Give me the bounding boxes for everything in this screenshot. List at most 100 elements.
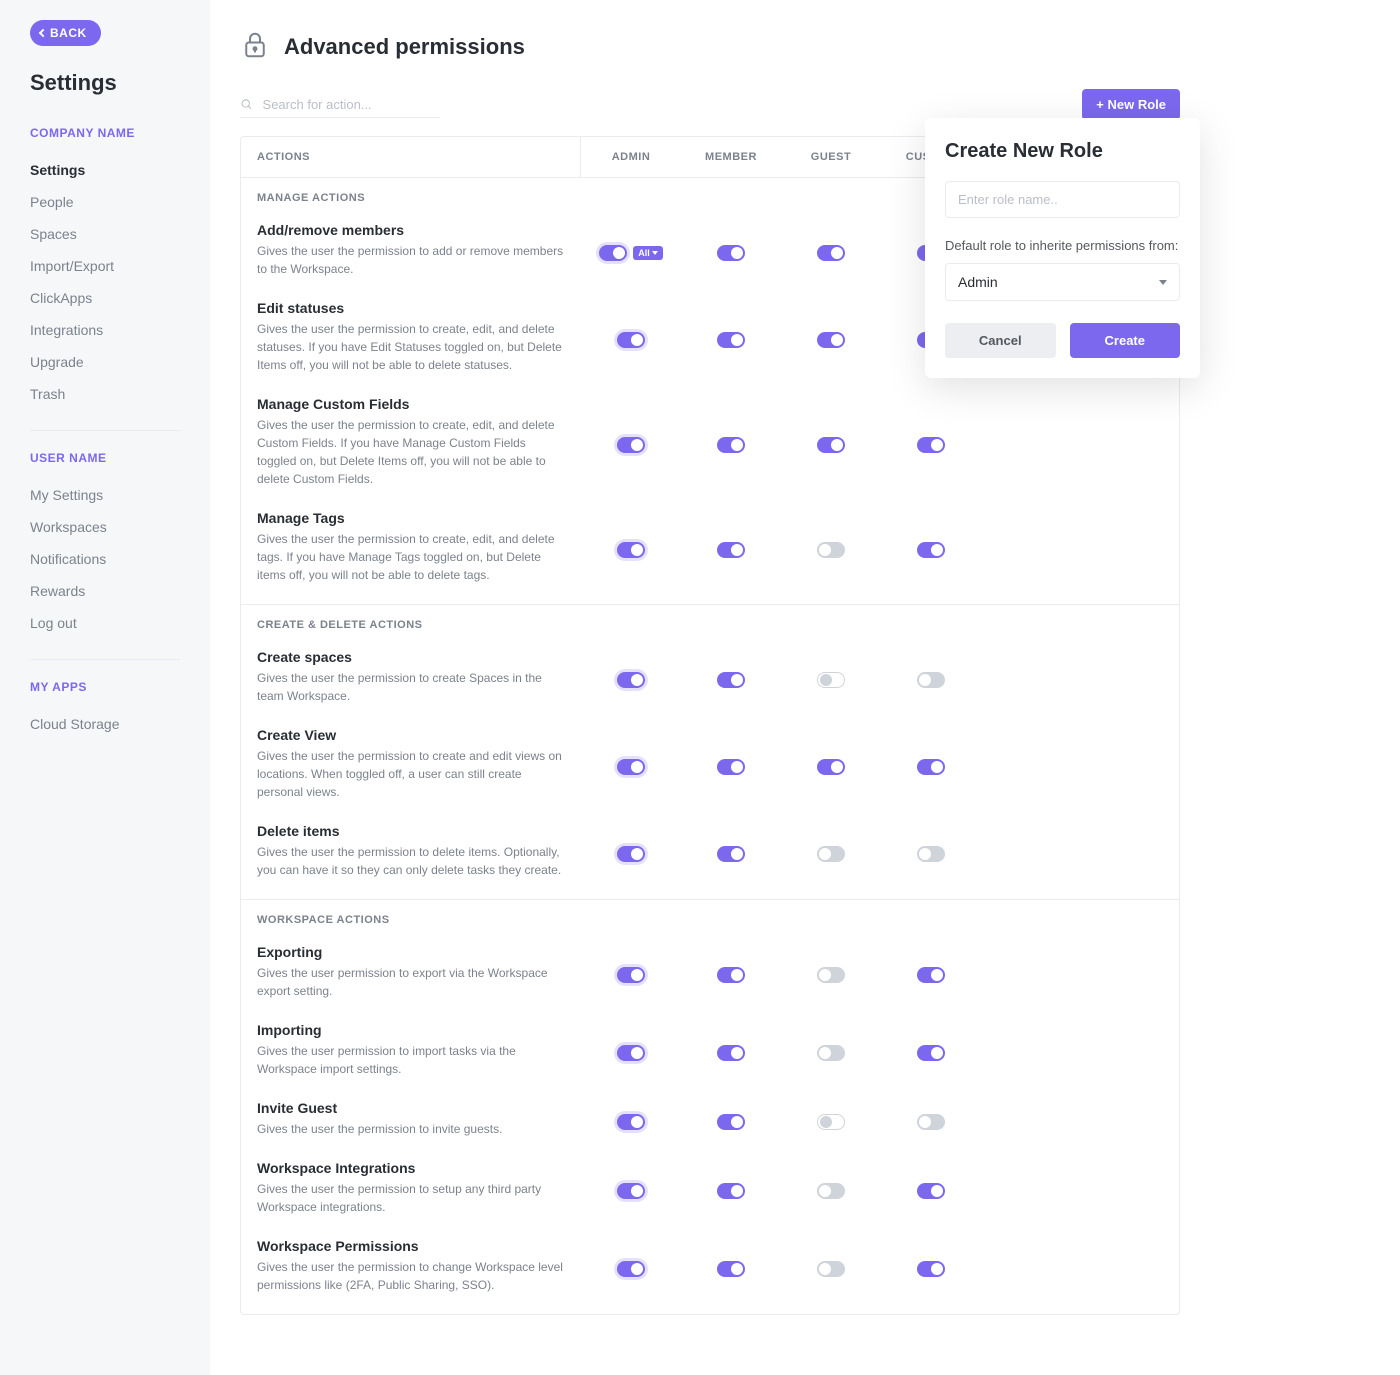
page-title: Advanced permissions: [284, 34, 525, 60]
sidebar-item[interactable]: My Settings: [30, 479, 210, 511]
inherit-selected: Admin: [958, 274, 998, 290]
action-title: Importing: [257, 1022, 565, 1038]
back-button[interactable]: BACK: [30, 20, 101, 46]
action-description: Gives the user the permission to create …: [257, 747, 565, 801]
toggle[interactable]: [817, 245, 845, 261]
sidebar-item[interactable]: Upgrade: [30, 346, 210, 378]
toggle[interactable]: [617, 846, 645, 862]
action-description: Gives the user the permission to create,…: [257, 416, 565, 488]
sidebar-item[interactable]: ClickApps: [30, 282, 210, 314]
toggle[interactable]: [717, 542, 745, 558]
action-description: Gives the user the permission to create,…: [257, 320, 565, 374]
toggle[interactable]: [717, 846, 745, 862]
sidebar-item[interactable]: Integrations: [30, 314, 210, 346]
cancel-button[interactable]: Cancel: [945, 323, 1056, 358]
toggle[interactable]: [617, 967, 645, 983]
toggle[interactable]: [599, 245, 627, 261]
toggle[interactable]: [917, 1183, 945, 1199]
action-title: Edit statuses: [257, 300, 565, 316]
sidebar-item[interactable]: Rewards: [30, 575, 210, 607]
action-title: Invite Guest: [257, 1100, 565, 1116]
sidebar-item[interactable]: Log out: [30, 607, 210, 639]
toggle[interactable]: [617, 1183, 645, 1199]
toggle[interactable]: [817, 1114, 845, 1130]
apps-heading: MY APPS: [30, 680, 210, 694]
toggle[interactable]: [617, 1261, 645, 1277]
new-role-button[interactable]: + New Role: [1082, 89, 1180, 120]
action-title: Exporting: [257, 944, 565, 960]
sidebar-item[interactable]: Settings: [30, 154, 210, 186]
table-row: Manage TagsGives the user the permission…: [241, 502, 1179, 598]
table-row: Manage Custom Fields Gives the user the p…: [241, 388, 1179, 502]
toggle[interactable]: [917, 759, 945, 775]
action-title: Delete items: [257, 823, 565, 839]
sidebar-item[interactable]: Workspaces: [30, 511, 210, 543]
back-label: BACK: [50, 26, 87, 40]
inherit-select[interactable]: Admin: [945, 263, 1180, 301]
divider: [30, 430, 180, 431]
toggle[interactable]: [817, 846, 845, 862]
group-heading: WORKSPACE ACTIONS: [241, 914, 1179, 936]
page-header: Advanced permissions: [240, 30, 1180, 63]
toggle[interactable]: [817, 542, 845, 558]
toggle[interactable]: [817, 967, 845, 983]
sidebar-item[interactable]: Import/Export: [30, 250, 210, 282]
action-title: Workspace Permissions: [257, 1238, 565, 1254]
toggle[interactable]: [717, 672, 745, 688]
toggle[interactable]: [617, 542, 645, 558]
toggle[interactable]: [717, 967, 745, 983]
sidebar-item[interactable]: Spaces: [30, 218, 210, 250]
action-title: Create View: [257, 727, 565, 743]
toggle[interactable]: [817, 437, 845, 453]
toggle[interactable]: [617, 1045, 645, 1061]
toggle[interactable]: [617, 332, 645, 348]
toggle[interactable]: [617, 759, 645, 775]
toggle[interactable]: [817, 332, 845, 348]
toggle[interactable]: [817, 1183, 845, 1199]
role-name-input[interactable]: [945, 181, 1180, 218]
toggle[interactable]: [717, 332, 745, 348]
toggle[interactable]: [717, 1183, 745, 1199]
toggle[interactable]: [917, 1045, 945, 1061]
sidebar-item[interactable]: Cloud Storage: [30, 708, 210, 740]
create-role-popover: Create New Role Default role to inherite…: [925, 118, 1200, 378]
group-heading: CREATE & DELETE ACTIONS: [241, 619, 1179, 641]
search-box[interactable]: [240, 92, 440, 118]
toggle[interactable]: [617, 437, 645, 453]
main-content: Advanced permissions + New Role ACTIONS …: [210, 0, 1400, 1375]
toggle[interactable]: [817, 1045, 845, 1061]
action-description: Gives the user permission to export via …: [257, 964, 565, 1000]
toggle[interactable]: [717, 1045, 745, 1061]
toggle[interactable]: [617, 1114, 645, 1130]
toggle[interactable]: [917, 846, 945, 862]
toggle[interactable]: [917, 1114, 945, 1130]
toggle[interactable]: [717, 1114, 745, 1130]
toggle[interactable]: [817, 672, 845, 688]
toggle[interactable]: [717, 437, 745, 453]
toggle[interactable]: [717, 245, 745, 261]
toggle[interactable]: [917, 542, 945, 558]
toggle[interactable]: [917, 437, 945, 453]
create-button[interactable]: Create: [1070, 323, 1181, 358]
sidebar-item[interactable]: People: [30, 186, 210, 218]
action-title: Manage Custom Fields: [257, 396, 565, 412]
toggle[interactable]: [717, 759, 745, 775]
toolbar: + New Role: [240, 89, 1180, 120]
toggle[interactable]: [617, 672, 645, 688]
toggle[interactable]: [817, 759, 845, 775]
chevron-down-icon: [1159, 280, 1167, 285]
toggle[interactable]: [917, 672, 945, 688]
toggle[interactable]: [817, 1261, 845, 1277]
search-input[interactable]: [261, 96, 440, 113]
settings-title: Settings: [30, 70, 210, 96]
sidebar-item[interactable]: Trash: [30, 378, 210, 410]
search-icon: [240, 97, 253, 111]
sidebar-item[interactable]: Notifications: [30, 543, 210, 575]
toggle[interactable]: [917, 967, 945, 983]
toggle[interactable]: [717, 1261, 745, 1277]
lock-icon: [240, 30, 270, 63]
all-badge[interactable]: All: [633, 246, 663, 260]
toggle[interactable]: [917, 1261, 945, 1277]
action-description: Gives the user the permission to create …: [257, 669, 565, 705]
table-row: ImportingGives the user permission to im…: [241, 1014, 1179, 1092]
